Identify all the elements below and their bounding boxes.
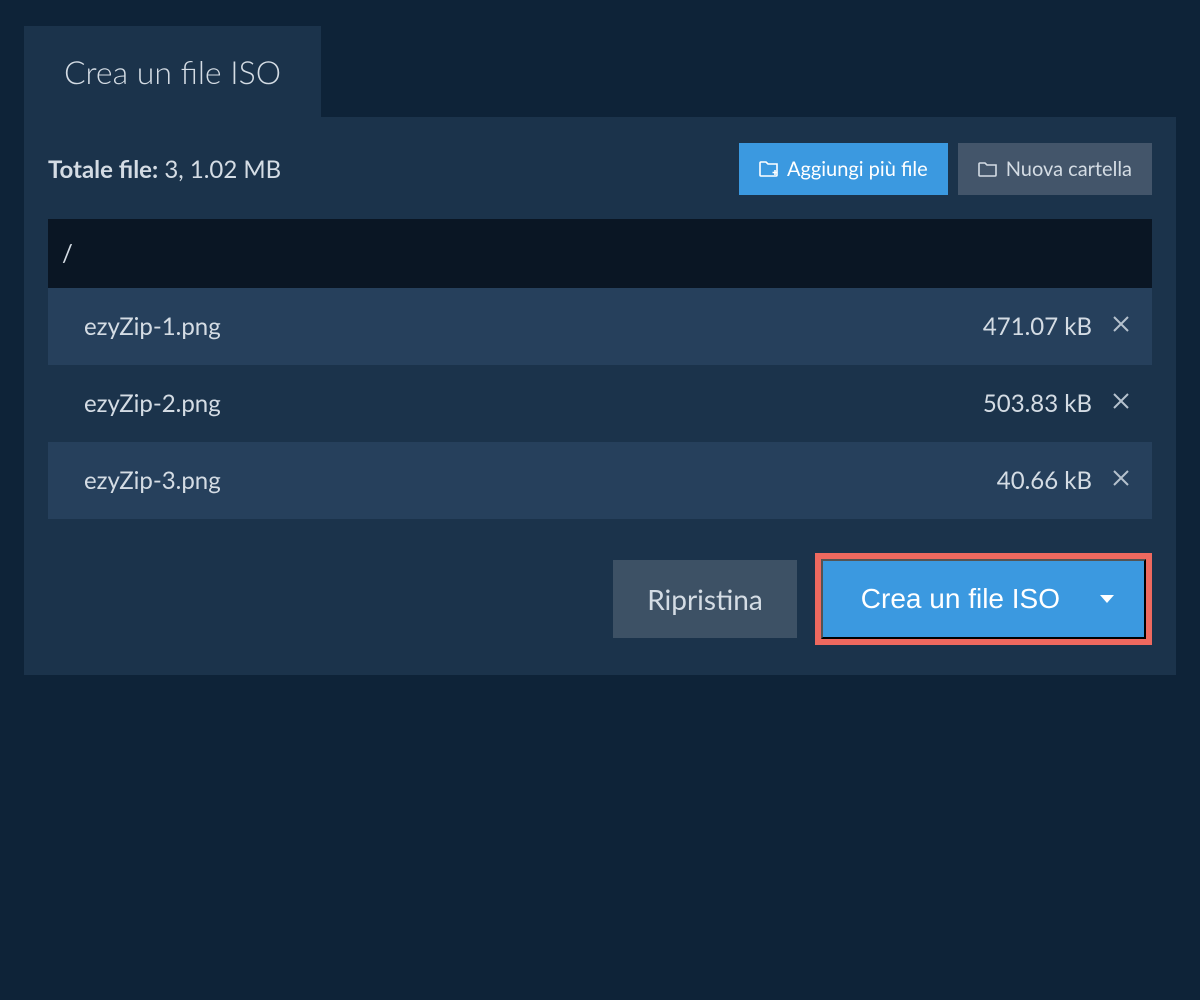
tab-bar: Crea un file ISO [24,26,1176,117]
add-files-label: Aggiungi più file [787,157,928,181]
add-files-button[interactable]: Aggiungi più file [739,143,948,195]
path-row[interactable]: / [48,219,1152,288]
header-row: Totale file: 3, 1.02 MB Aggiungi più fil… [48,143,1152,195]
total-files-label: Totale file: [48,155,158,184]
file-name: ezyZip-1.png [84,312,221,341]
total-files-summary: Totale file: 3, 1.02 MB [48,155,281,184]
tab-create-iso[interactable]: Crea un file ISO [24,26,321,117]
file-size: 471.07 kB [983,312,1092,341]
create-button-highlight: Crea un file ISO [815,553,1152,645]
folder-plus-icon [759,160,779,178]
new-folder-button[interactable]: Nuova cartella [958,143,1152,195]
file-name: ezyZip-2.png [84,389,221,418]
footer-row: Ripristina Crea un file ISO [48,553,1152,645]
file-list: / ezyZip-1.png 471.07 kB ezyZip-2.png 503.8… [48,219,1152,519]
close-icon[interactable] [1110,312,1132,341]
file-row[interactable]: ezyZip-1.png 471.07 kB [48,288,1152,365]
app-container: Crea un file ISO Totale file: 3, 1.02 MB… [0,0,1200,701]
file-row[interactable]: ezyZip-2.png 503.83 kB [48,365,1152,442]
file-row-right: 471.07 kB [983,312,1132,341]
chevron-down-icon [1100,595,1114,603]
total-files-value: 3, 1.02 MB [164,155,281,184]
file-row-right: 40.66 kB [997,466,1132,495]
file-row-right: 503.83 kB [983,389,1132,418]
file-row[interactable]: ezyZip-3.png 40.66 kB [48,442,1152,519]
file-size: 503.83 kB [983,389,1092,418]
header-buttons: Aggiungi più file Nuova cartella [739,143,1152,195]
reset-button[interactable]: Ripristina [613,560,797,638]
folder-icon [978,160,998,178]
close-icon[interactable] [1110,466,1132,495]
create-iso-button[interactable]: Crea un file ISO [821,559,1146,639]
main-panel: Totale file: 3, 1.02 MB Aggiungi più fil… [24,117,1176,675]
file-size: 40.66 kB [997,466,1092,495]
close-icon[interactable] [1110,389,1132,418]
file-name: ezyZip-3.png [84,466,221,495]
new-folder-label: Nuova cartella [1006,157,1132,181]
create-iso-label: Crea un file ISO [861,583,1060,615]
